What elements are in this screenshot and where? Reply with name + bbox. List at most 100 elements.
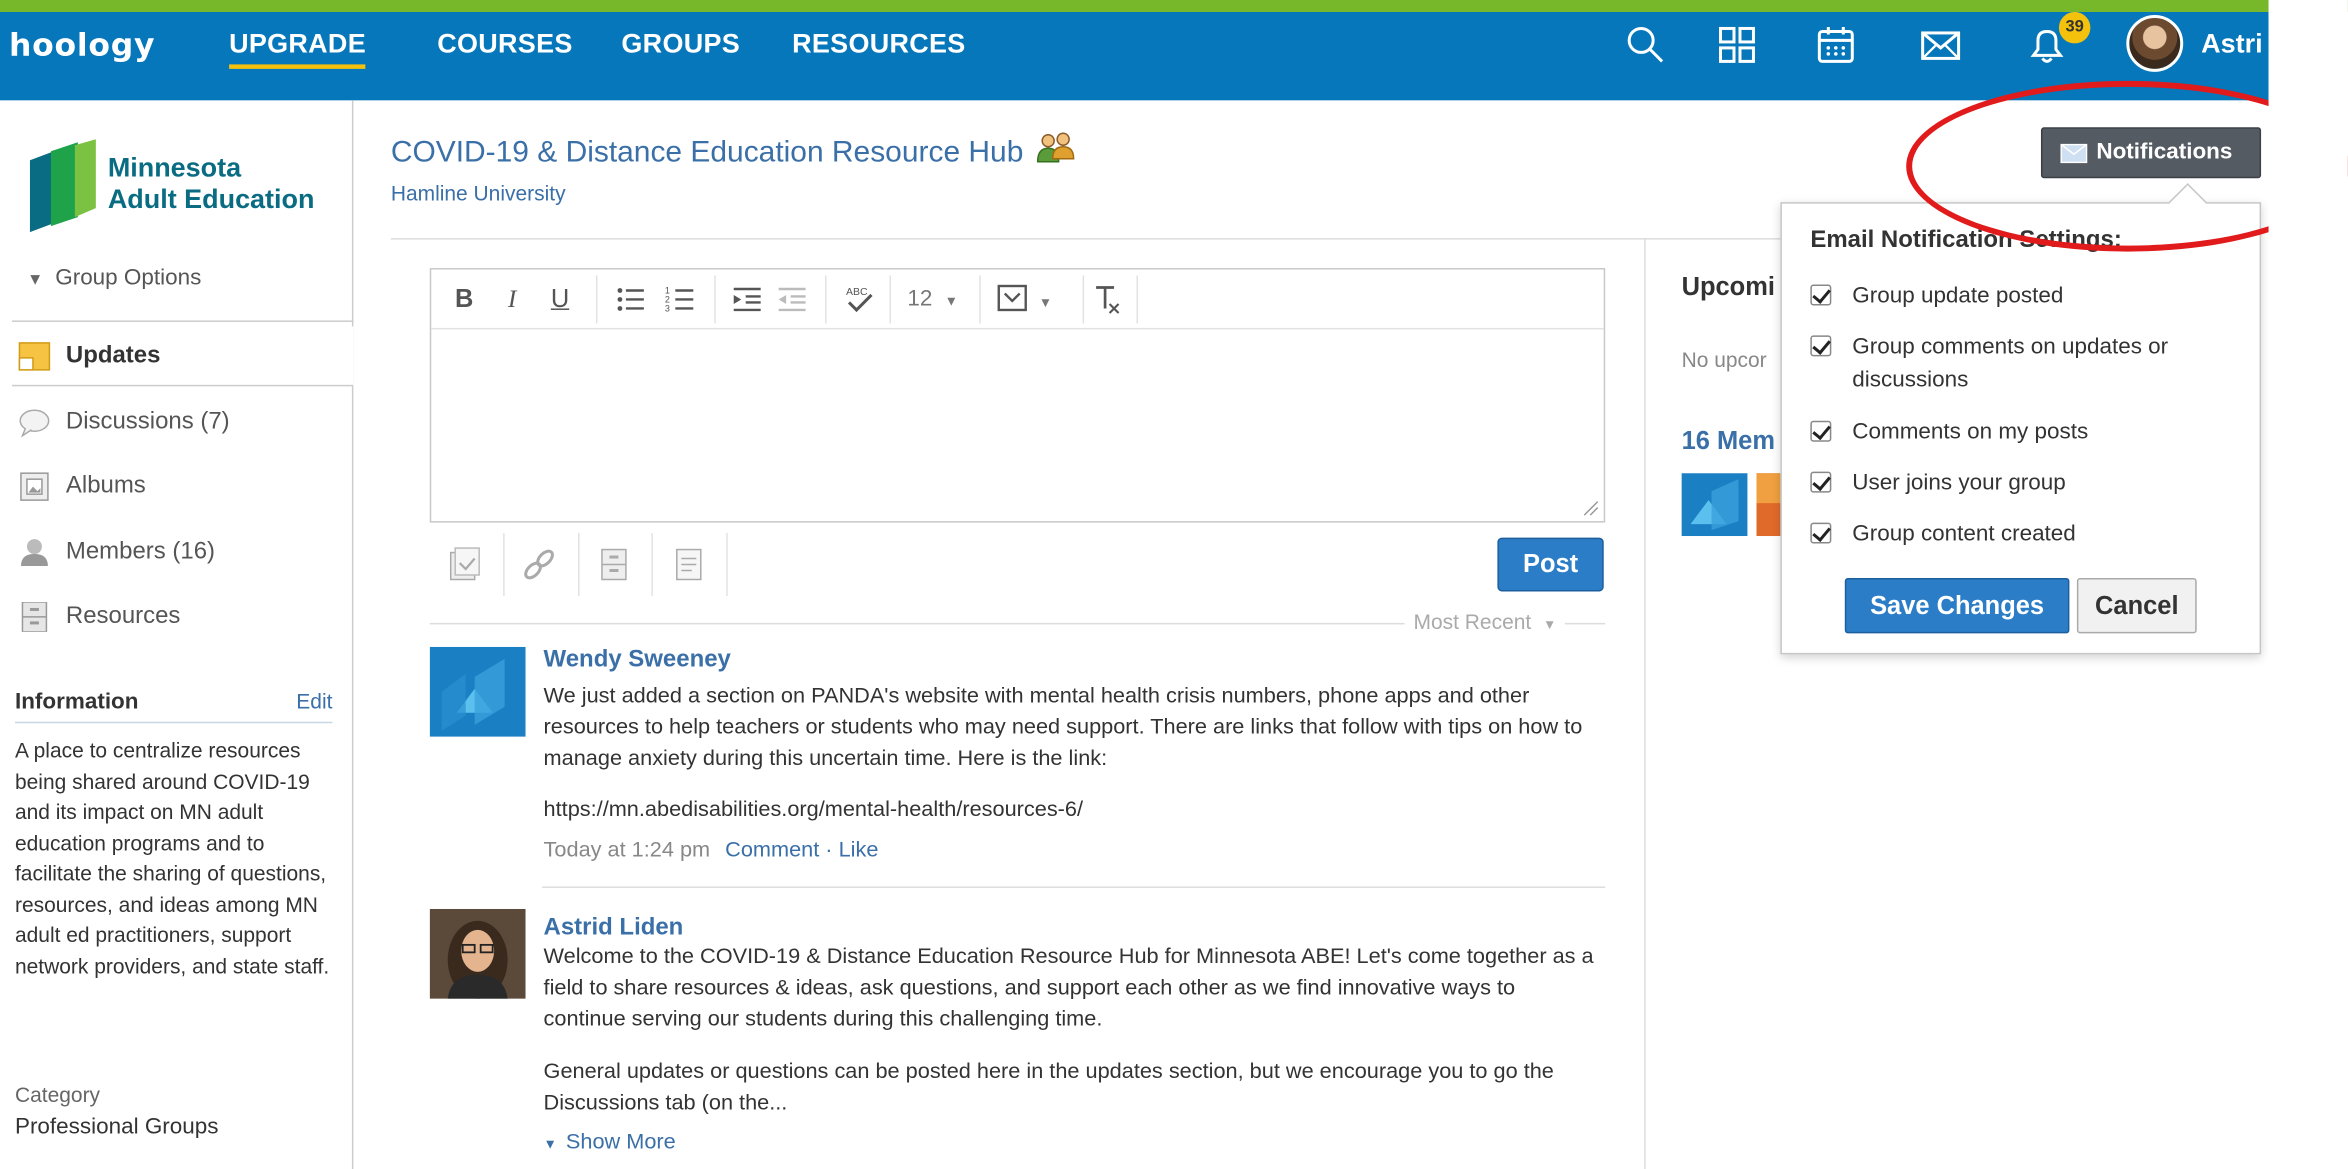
- checkbox[interactable]: [1810, 335, 1832, 357]
- attach-file-icon[interactable]: [445, 545, 484, 584]
- group-sidebar: Minnesota Adult Education ▼ Group Options…: [11, 100, 354, 1169]
- option-comments-on-my-posts[interactable]: Comments on my posts: [1810, 416, 2244, 449]
- post-author[interactable]: Astrid Liden: [544, 915, 684, 942]
- sidebar-item-label: Members (16): [65, 539, 215, 565]
- save-changes-button[interactable]: Save Changes: [1844, 577, 2070, 634]
- members-heading[interactable]: 16 Mem: [1682, 427, 1775, 457]
- sidebar-item-label: Updates: [65, 342, 161, 369]
- chevron-down-icon: ▼: [1038, 294, 1053, 310]
- post-author[interactable]: Wendy Sweeney: [544, 647, 731, 674]
- feed-post: Wendy Sweeney We just added a section on…: [429, 646, 1605, 872]
- post-meta: Today at 1:24 pm Comment · Like: [544, 839, 879, 863]
- checkbox[interactable]: [1810, 420, 1832, 442]
- svg-text:ABC: ABC: [846, 287, 868, 298]
- nav-upgrade[interactable]: UPGRADE: [229, 28, 366, 69]
- outdent-icon[interactable]: [776, 282, 809, 318]
- sidebar-item-label: Albums: [65, 473, 146, 499]
- clear-formatting-icon[interactable]: [1090, 282, 1123, 318]
- author-avatar[interactable]: [429, 908, 526, 999]
- sidebar-item-members[interactable]: Members (16): [12, 523, 353, 583]
- category-value: Professional Groups: [14, 1114, 219, 1140]
- checkbox[interactable]: [1810, 522, 1832, 544]
- organization-logo: Minnesota Adult Education: [14, 127, 333, 245]
- right-margin: [2268, 0, 2348, 1169]
- numbered-list-icon[interactable]: 1 2 3: [663, 282, 696, 318]
- edit-information-link[interactable]: Edit: [296, 689, 332, 713]
- mn-adult-ed-logo-mark: [29, 139, 96, 233]
- top-accent-bar: [0, 0, 2348, 12]
- author-avatar[interactable]: [429, 646, 526, 737]
- group-options-toggle[interactable]: ▼ Group Options: [11, 247, 354, 322]
- group-people-icon: [1036, 132, 1075, 163]
- attachment-toolbar: [430, 533, 744, 596]
- option-group-update-posted[interactable]: Group update posted: [1810, 280, 2244, 313]
- toolbar-separator: [726, 533, 728, 596]
- option-user-joins-group[interactable]: User joins your group: [1810, 467, 2244, 500]
- updates-icon: [18, 342, 51, 371]
- bulleted-list-icon[interactable]: [614, 282, 647, 318]
- toolbar-separator: [595, 275, 598, 324]
- option-group-comments[interactable]: Group comments on updates or discussions: [1810, 331, 2244, 397]
- toolbar-separator: [1082, 275, 1085, 324]
- checkbox[interactable]: [1810, 471, 1832, 493]
- option-label: Group update posted: [1852, 283, 2064, 309]
- insert-content-icon: [997, 284, 1027, 312]
- sidebar-item-label: Discussions (7): [65, 408, 230, 435]
- font-size-select[interactable]: 12 ▼: [907, 282, 973, 318]
- user-name[interactable]: Astri: [2201, 28, 2262, 59]
- spellcheck-icon[interactable]: ABC: [842, 282, 878, 318]
- no-upcoming-text: No upcor: [1681, 347, 1767, 372]
- post-divider: [542, 886, 1606, 888]
- search-icon[interactable]: [1625, 24, 1667, 66]
- post-body-continued: General updates or questions can be post…: [543, 1060, 1554, 1116]
- school-name-link[interactable]: Hamline University: [391, 181, 566, 205]
- insert-content-dropdown[interactable]: ▼: [996, 282, 1068, 318]
- italic-button[interactable]: I: [497, 282, 527, 318]
- resource-cabinet-icon[interactable]: [594, 545, 633, 584]
- page-title: COVID-19 & Distance Education Resource H…: [391, 132, 1075, 171]
- toolbar-separator: [979, 275, 981, 324]
- checkbox[interactable]: [1810, 284, 1832, 306]
- sort-dropdown[interactable]: Most Recent ▼: [1404, 609, 1566, 634]
- schoology-logo[interactable]: hoology: [9, 27, 155, 63]
- discussion-bubble-icon: [19, 409, 50, 438]
- option-label: Group content created: [1852, 521, 2076, 547]
- sidebar-item-discussions[interactable]: Discussions (7): [12, 392, 353, 452]
- option-group-content-created[interactable]: Group content created: [1810, 518, 2244, 551]
- user-avatar[interactable]: [2126, 14, 2184, 72]
- indent-icon[interactable]: [731, 282, 764, 318]
- resources-cabinet-icon: [21, 601, 48, 632]
- comment-like-links[interactable]: Comment · Like: [725, 839, 878, 863]
- sidebar-item-label: Resources: [65, 603, 181, 629]
- notification-count-badge[interactable]: 39: [2058, 11, 2091, 44]
- feed-post: Astrid Liden Welcome to the COVID-19 & D…: [429, 908, 1605, 1169]
- sidebar-item-resources[interactable]: Resources: [12, 587, 353, 647]
- toolbar-separator: [1136, 275, 1139, 324]
- caret-down-icon: ▼: [543, 1136, 557, 1152]
- toolbar-separator: [714, 275, 716, 324]
- document-icon[interactable]: [669, 545, 708, 584]
- sidebar-item-albums[interactable]: Albums: [12, 457, 353, 517]
- mail-icon[interactable]: [1920, 24, 1962, 66]
- link-icon[interactable]: [520, 545, 559, 584]
- resize-handle-icon[interactable]: [1581, 499, 1599, 517]
- bold-button[interactable]: B: [449, 282, 479, 318]
- calendar-icon[interactable]: [1815, 24, 1857, 66]
- nav-courses[interactable]: COURSES: [437, 28, 572, 59]
- underline-button[interactable]: U: [545, 282, 575, 318]
- nav-resources[interactable]: RESOURCES: [792, 28, 965, 59]
- category-label: Category: [14, 1082, 101, 1107]
- cancel-button[interactable]: Cancel: [2076, 577, 2197, 634]
- member-thumbnail[interactable]: [1681, 473, 1748, 537]
- option-label: Comments on my posts: [1852, 419, 2089, 445]
- show-more-link[interactable]: ▼ Show More: [544, 1131, 676, 1155]
- post-editor[interactable]: B I U 1 2 3 ABC 12 ▼ ▼: [429, 268, 1606, 523]
- nav-groups[interactable]: GROUPS: [621, 28, 740, 59]
- album-icon: [20, 472, 49, 501]
- post-link[interactable]: https://mn.abedisabilities.org/mental-he…: [544, 795, 1600, 826]
- sidebar-item-updates[interactable]: Updates: [11, 326, 354, 387]
- post-button[interactable]: Post: [1497, 537, 1604, 592]
- org-name-line-1: Minnesota: [107, 152, 242, 183]
- page: hoology UPGRADE COURSES GROUPS RESOURCES: [0, 0, 2348, 1169]
- apps-grid-icon[interactable]: [1716, 24, 1758, 66]
